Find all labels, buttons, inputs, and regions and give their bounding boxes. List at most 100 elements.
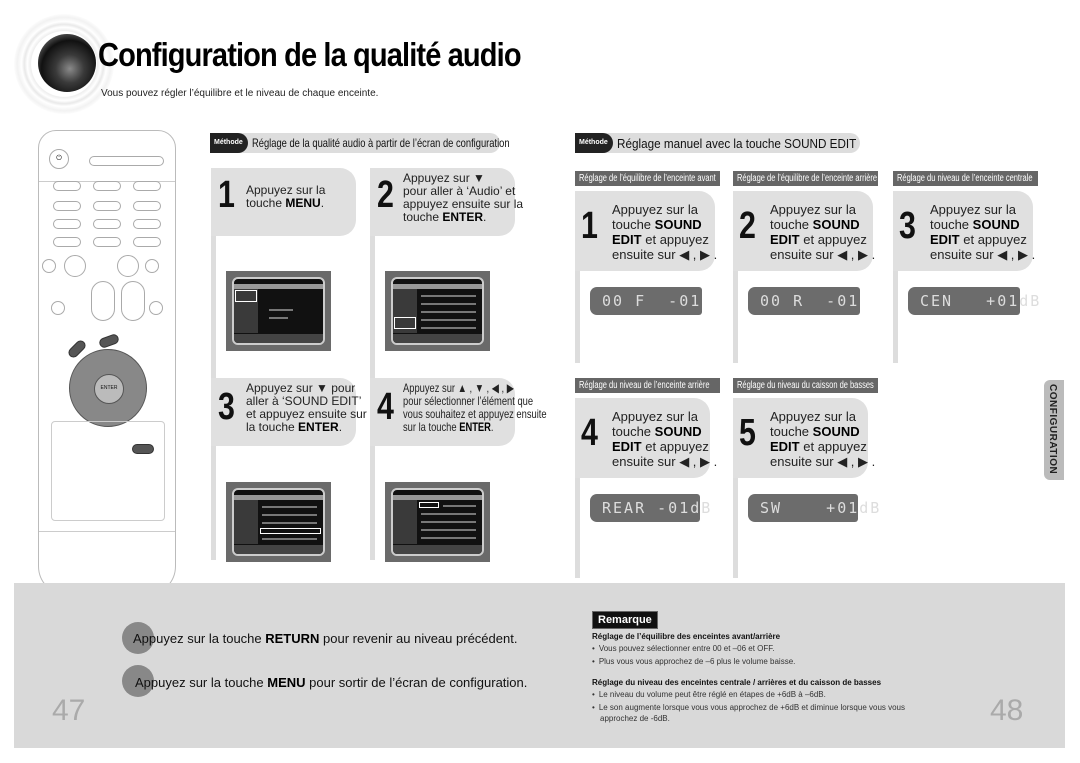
step-text: Appuyez sur ▼ pour aller à ‘SOUND EDIT’ … <box>246 382 367 434</box>
step-number: 2 <box>377 174 394 216</box>
step-line: EDIT et appuyez <box>612 232 717 247</box>
text: Appuyez sur la touche <box>135 675 268 690</box>
step-line: EDIT et appuyez <box>612 439 717 454</box>
section-tab: Réglage du niveau de l’enceinte centrale <box>893 171 1038 186</box>
remote-key <box>93 219 121 229</box>
step-line: Appuyez sur la <box>770 409 856 424</box>
step-line: touche SOUND <box>930 217 1035 232</box>
tv-dvd-receiver-switch <box>89 156 164 166</box>
text: . <box>490 420 494 434</box>
text: touche <box>930 217 973 232</box>
lcd-display: SW +01dB <box>748 494 879 522</box>
text: Appuyez sur la touche <box>133 631 266 646</box>
text: et appuyez <box>799 232 867 247</box>
step-number: 5 <box>739 412 756 454</box>
text: touche <box>770 424 813 439</box>
remarque-bullet: Vous pouvez sélectionner entre 00 et –06… <box>592 644 775 653</box>
method2-header: Méthode 2 Réglage manuel avec la touche … <box>575 133 860 166</box>
setup-screen-step1 <box>226 271 331 351</box>
remote-key <box>133 201 161 211</box>
key-name: ENTER <box>459 420 491 434</box>
step-line: Appuyez sur la <box>612 202 698 217</box>
remarque-heading-1: Réglage de l’équilibre des enceintes ava… <box>592 632 781 641</box>
key-name: SOUND <box>812 424 860 439</box>
step-text: Appuyez sur la touche SOUND EDIT et appu… <box>612 202 717 262</box>
step-line: ensuite sur ◀ , ▶ . <box>770 454 876 469</box>
step-line: sur la touche ENTER. <box>403 421 547 434</box>
page-number-right: 48 <box>990 694 1024 727</box>
text: touche <box>246 196 286 210</box>
step-text: Appuyez sur la touche SOUND EDIT et appu… <box>612 409 717 469</box>
play-pause-icon <box>117 255 139 277</box>
sound-edit-key-highlight <box>132 444 154 454</box>
page-subtitle: Vous pouvez régler l’équilibre et le niv… <box>101 88 379 99</box>
key-name: SOUND <box>654 424 702 439</box>
step-line: Appuyez sur la <box>612 409 698 424</box>
remarque-bullet: Plus vous vous approchez de –6 plus le v… <box>592 657 796 666</box>
remote-key <box>53 219 81 229</box>
setup-screen-step4 <box>385 482 490 562</box>
step-number: 4 <box>581 412 598 454</box>
remote-key <box>133 237 161 247</box>
remote-key <box>93 201 121 211</box>
text: . <box>320 196 325 210</box>
step-line: touche ENTER. <box>403 211 523 224</box>
number-keypad <box>51 421 165 521</box>
key-name: ENTER <box>442 210 484 224</box>
key-name: MENU <box>285 196 321 210</box>
step-line: Appuyez sur la <box>770 202 856 217</box>
step-line: ensuite sur ◀ , ▶ . <box>770 247 876 262</box>
method1-title: Réglage de la qualité audio à partir de … <box>251 136 510 150</box>
setup-screen-step3 <box>226 482 331 562</box>
text: touche <box>403 210 443 224</box>
step-number: 3 <box>218 386 235 428</box>
step-line: touche SOUND <box>770 424 875 439</box>
section-tab-label: Réglage du niveau du caisson de basses <box>737 380 874 391</box>
return-instruction: Appuyez sur la touche RETURN pour reveni… <box>133 631 517 646</box>
step-text: Appuyez sur la touche SOUND EDIT et appu… <box>930 202 1035 262</box>
step-number: 4 <box>377 386 394 428</box>
key-name: MENU <box>267 675 306 690</box>
text: et appuyez <box>641 439 709 454</box>
step-line: touche MENU. <box>246 197 325 210</box>
remarque-bullet: Le niveau du volume peut être réglé en é… <box>592 690 826 699</box>
step-number: 3 <box>899 205 916 247</box>
side-tab-label: CONFIGURATION <box>1047 384 1058 475</box>
volume-rocker <box>121 281 145 321</box>
menu-instruction: Appuyez sur la touche MENU pour sortir d… <box>135 675 527 690</box>
step-text: Appuyez sur ▲ , ▼ , ◀ , ▶ pour sélection… <box>403 382 547 434</box>
remote-key <box>93 237 121 247</box>
key-name: EDIT <box>770 439 800 454</box>
menu-key-highlight <box>97 332 121 350</box>
text: . <box>483 210 487 224</box>
text: et appuyez <box>959 232 1027 247</box>
remarque-bullet: Le son augmente lorsque vous vous approc… <box>592 703 905 712</box>
step-line: EDIT et appuyez <box>930 232 1035 247</box>
step-number: 1 <box>581 205 598 247</box>
key-name: EDIT <box>930 232 960 247</box>
section-tab-label: Réglage de l’équilibre de l’enceinte ava… <box>579 173 716 184</box>
speaker-cone-icon <box>38 34 96 92</box>
text: touche <box>770 217 813 232</box>
section-tab-label: Réglage du niveau de l’enceinte centrale <box>897 173 1033 184</box>
step-text: Appuyez sur la touche SOUND EDIT et appu… <box>770 202 875 262</box>
lcd-display: CEN +01dB <box>908 287 1039 315</box>
stop-icon <box>64 255 86 277</box>
step-line: EDIT et appuyez <box>770 232 875 247</box>
remote-control-illustration: ⏻ ENTER <box>38 130 176 596</box>
setup-screen-step2 <box>385 271 490 351</box>
key-name: SOUND <box>654 217 702 232</box>
tuning-rocker <box>91 281 115 321</box>
key-name: SOUND <box>812 217 860 232</box>
remarque-heading-2: Réglage du niveau des enceintes centrale… <box>592 678 882 687</box>
remote-key <box>133 219 161 229</box>
step-line: ensuite sur ◀ , ▶ . <box>612 454 718 469</box>
mode-button <box>51 301 65 315</box>
key-name: EDIT <box>770 232 800 247</box>
text: touche <box>612 217 655 232</box>
lcd-display: REAR -01dB <box>590 494 710 522</box>
lcd-display: 00 R -01 <box>748 287 860 315</box>
section-tab: Réglage de l’équilibre de l’enceinte ava… <box>575 171 720 186</box>
navigation-pad: ENTER <box>69 349 147 427</box>
text: et appuyez <box>641 232 709 247</box>
